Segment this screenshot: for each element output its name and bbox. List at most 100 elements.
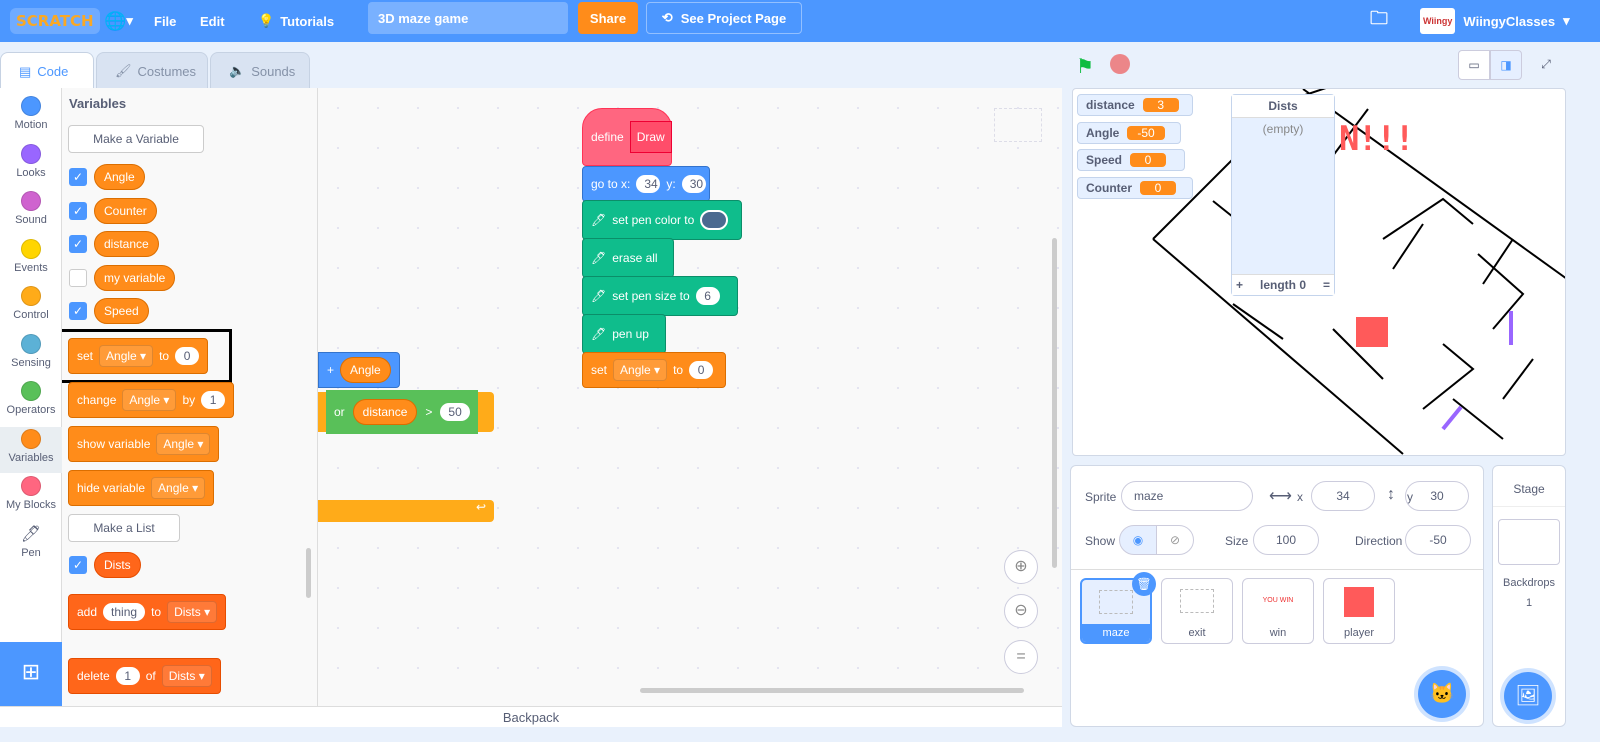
pen-size-input[interactable]: 6 — [695, 287, 720, 305]
set-pen-color-block[interactable]: 🖊 set pen color to — [582, 200, 742, 240]
category-sensing[interactable]: Sensing — [0, 332, 62, 378]
share-button[interactable]: Share — [578, 2, 638, 34]
add-to-list-block[interactable]: add thing to Dists ▾ — [68, 594, 227, 630]
direction-input[interactable]: -50 — [1405, 525, 1471, 555]
zoom-reset-button[interactable]: = — [1004, 640, 1038, 674]
stage[interactable]: N!!! distance 3 Angle -50 Speed 0 Counter 0 Dis… — [1072, 88, 1566, 456]
file-menu[interactable]: File — [154, 0, 176, 42]
edit-menu[interactable]: Edit — [200, 0, 225, 42]
variable-reporter[interactable]: Angle — [94, 164, 145, 190]
background-control-block[interactable]: or distance >50 — [318, 390, 494, 434]
variable-monitor[interactable]: Speed 0 — [1077, 149, 1185, 171]
y-input[interactable]: 30 — [681, 175, 706, 193]
account-menu[interactable]: Wiingy WiingyClasses ▾ — [1420, 0, 1570, 42]
project-title-input[interactable]: 3D maze game — [368, 2, 568, 34]
choose-sprite-button[interactable]: 🐱 — [1418, 670, 1466, 718]
delete-from-list-block[interactable]: delete 1 of Dists ▾ — [68, 658, 221, 694]
category-events[interactable]: Events — [0, 237, 62, 283]
variable-checkbox[interactable]: ✓ — [69, 201, 87, 220]
list-add-button[interactable]: + — [1236, 278, 1243, 292]
variable-monitor[interactable]: distance 3 — [1077, 94, 1193, 116]
hide-sprite-button[interactable]: ⊘ — [1156, 525, 1194, 555]
size-input[interactable]: 100 — [1253, 525, 1319, 555]
tab-costumes[interactable]: 🖌 Costumes — [96, 52, 208, 90]
background-motion-block[interactable]: + Angle — [318, 352, 400, 388]
angle-reporter[interactable]: Angle — [340, 357, 391, 383]
or-operator-block[interactable]: or distance >50 — [326, 390, 478, 434]
category-motion[interactable]: Motion — [0, 94, 62, 140]
palette-scrollbar[interactable] — [306, 548, 311, 598]
folder-icon[interactable]: 🗀 — [1370, 0, 1388, 42]
list-monitor[interactable]: Dists (empty) + length 0 = — [1231, 94, 1335, 296]
pen-up-block[interactable]: 🖊 pen up — [582, 314, 666, 354]
variable-dropdown[interactable]: Angle ▾ — [122, 389, 177, 411]
hide-variable-block[interactable]: hide variable Angle ▾ — [68, 470, 215, 506]
scratch-logo[interactable]: SCRATCH — [10, 8, 100, 34]
language-menu[interactable]: 🌐 ▾ — [104, 0, 133, 42]
stage-thumbnail[interactable] — [1498, 519, 1560, 565]
sprite-name-input[interactable]: maze — [1121, 481, 1253, 511]
backpack[interactable]: Backpack — [0, 706, 1062, 727]
list-dropdown[interactable]: Dists ▾ — [167, 601, 218, 623]
value-input[interactable]: 1 — [201, 391, 226, 409]
distance-reporter[interactable]: distance — [352, 399, 418, 425]
define-block[interactable]: define Draw — [582, 108, 672, 166]
see-project-page-button[interactable]: ⟲ See Project Page — [646, 2, 802, 34]
script-area[interactable]: + Angle or distance >50 ↩ define Draw go to … — [318, 88, 1062, 706]
variable-reporter[interactable]: distance — [94, 231, 159, 257]
category-pen[interactable]: 🖊 Pen — [0, 522, 62, 568]
variable-reporter[interactable]: Speed — [94, 298, 149, 324]
add-extension-button[interactable]: ⊞ — [0, 642, 62, 706]
show-visible-button[interactable]: ◉ — [1119, 525, 1157, 555]
make-variable-button[interactable]: Make a Variable — [68, 125, 204, 153]
x-input[interactable]: 34 — [1311, 481, 1375, 511]
large-stage-button[interactable]: ◨ — [1490, 50, 1522, 80]
variable-reporter[interactable]: my variable — [94, 264, 176, 291]
tab-sounds[interactable]: 🔈 Sounds — [210, 52, 310, 90]
value-input[interactable]: 0 — [689, 361, 714, 379]
tutorials-button[interactable]: 💡 Tutorials — [258, 0, 334, 42]
stop-icon[interactable] — [1110, 54, 1130, 74]
variable-dropdown[interactable]: Angle ▾ — [156, 433, 211, 455]
variable-checkbox[interactable]: ✓ — [69, 168, 87, 186]
list-reporter-dists[interactable]: Dists — [94, 552, 141, 578]
variable-checkbox[interactable] — [69, 268, 87, 287]
variable-dropdown[interactable]: Angle ▾ — [613, 359, 668, 381]
color-picker[interactable] — [700, 210, 729, 230]
set-variable-block[interactable]: set Angle ▾ to 0 — [582, 352, 726, 388]
make-list-button[interactable]: Make a List — [68, 514, 180, 542]
category-sound[interactable]: Sound — [0, 189, 62, 235]
category-looks[interactable]: Looks — [0, 142, 62, 188]
set-pen-size-block[interactable]: 🖊 set pen size to 6 — [582, 276, 738, 316]
delete-sprite-button[interactable]: 🗑 — [1132, 572, 1156, 596]
variable-monitor[interactable]: Counter 0 — [1077, 176, 1193, 199]
variable-checkbox[interactable]: ✓ — [69, 302, 87, 320]
list-checkbox[interactable]: ✓ — [69, 556, 87, 574]
zoom-in-button[interactable]: ⊕ — [1004, 550, 1038, 584]
erase-all-block[interactable]: 🖊 erase all — [582, 238, 674, 278]
fullscreen-button[interactable]: ⤢ — [1530, 50, 1562, 80]
variable-monitor[interactable]: Angle -50 — [1077, 121, 1181, 144]
value-input[interactable]: 1 — [115, 667, 140, 685]
list-dropdown[interactable]: Dists ▾ — [161, 665, 212, 687]
variable-dropdown[interactable]: Angle ▾ — [151, 477, 206, 499]
sprite-thumbnail[interactable]: player — [1323, 578, 1395, 644]
category-operators[interactable]: Operators — [0, 379, 62, 425]
category-my-blocks[interactable]: My Blocks — [0, 474, 62, 520]
horizontal-scrollbar[interactable] — [640, 688, 1024, 693]
value-input[interactable]: thing — [103, 603, 146, 621]
category-control[interactable]: Control — [0, 284, 62, 330]
green-flag-icon[interactable]: ⚑ — [1076, 54, 1094, 79]
y-input[interactable]: 30 — [1405, 481, 1469, 511]
x-input[interactable]: 34 — [636, 175, 661, 193]
show-variable-block[interactable]: show variable Angle ▾ — [68, 426, 220, 462]
tab-code[interactable]: ▤ Code — [0, 52, 94, 90]
choose-backdrop-button[interactable]: 🖼 — [1504, 672, 1552, 720]
sprite-thumbnail[interactable]: exit — [1161, 578, 1233, 644]
go-to-xy-block[interactable]: go to x: 34 y: 30 — [582, 166, 710, 202]
zoom-out-button[interactable]: ⊖ — [1004, 594, 1038, 628]
list-resize-handle[interactable]: = — [1323, 278, 1330, 292]
change-variable-block[interactable]: change Angle ▾ by 1 — [68, 382, 235, 418]
value-input[interactable]: 50 — [440, 403, 470, 421]
sprite-thumbnail[interactable]: YOU WIN win — [1242, 578, 1314, 644]
